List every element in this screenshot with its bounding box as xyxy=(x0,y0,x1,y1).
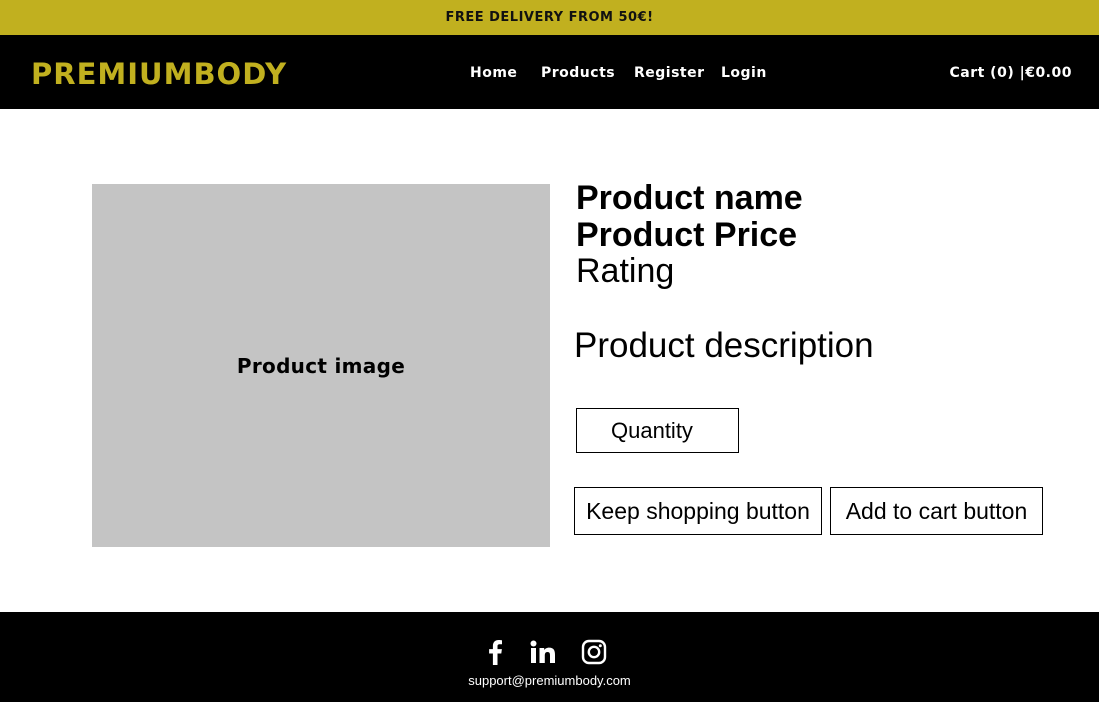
site-footer: support@premiumbody.com xyxy=(0,612,1099,702)
product-image-label: Product image xyxy=(236,353,406,378)
support-email[interactable]: support@premiumbody.com xyxy=(0,673,1099,688)
nav-login-link[interactable]: Login xyxy=(721,65,767,81)
quantity-input[interactable]: Quantity xyxy=(576,408,739,453)
add-to-cart-button[interactable]: Add to cart button xyxy=(830,487,1043,535)
product-name: Product name xyxy=(576,179,803,217)
linkedin-icon[interactable] xyxy=(529,638,557,666)
brand-logo[interactable]: PREMIUMBODY xyxy=(31,57,287,91)
main-navbar: PREMIUMBODY Home Products Register Login… xyxy=(0,35,1099,109)
nav-home-link[interactable]: Home xyxy=(470,65,517,81)
instagram-icon[interactable] xyxy=(580,638,608,666)
keep-shopping-button[interactable]: Keep shopping button xyxy=(574,487,822,535)
product-price: Product Price xyxy=(576,216,798,254)
cart-summary-link[interactable]: Cart (0) |€0.00 xyxy=(949,65,1072,81)
product-image: Product image xyxy=(92,184,550,547)
promo-text: FREE DELIVERY FROM 50€! xyxy=(445,10,654,25)
facebook-icon[interactable] xyxy=(481,638,509,666)
nav-products-link[interactable]: Products xyxy=(541,65,615,81)
promo-banner: FREE DELIVERY FROM 50€! xyxy=(0,0,1099,35)
product-rating: Rating xyxy=(576,252,675,290)
nav-register-link[interactable]: Register xyxy=(634,65,705,81)
product-description: Product description xyxy=(574,326,874,365)
